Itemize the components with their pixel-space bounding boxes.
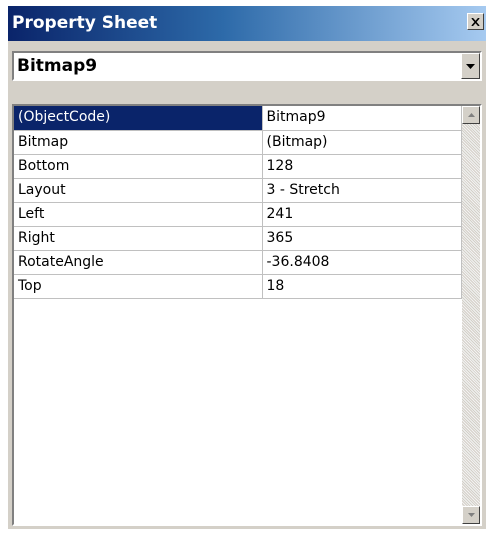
object-selector[interactable]: Bitmap9: [12, 51, 482, 81]
scroll-up-button[interactable]: [462, 106, 480, 124]
property-row[interactable]: Top 18: [14, 274, 462, 299]
property-value[interactable]: (Bitmap): [262, 130, 462, 155]
property-row[interactable]: (ObjectCode) Bitmap9: [14, 106, 462, 131]
property-value[interactable]: 365: [262, 226, 462, 251]
title-bar[interactable]: Property Sheet: [8, 6, 486, 41]
property-value[interactable]: 18: [262, 274, 462, 299]
close-icon: [471, 17, 480, 26]
property-value[interactable]: Bitmap9: [262, 106, 462, 131]
arrow-down-icon: [467, 513, 475, 517]
property-grid: (ObjectCode) Bitmap9 Bitmap (Bitmap) Bottom 1…: [12, 104, 482, 526]
property-row[interactable]: Layout 3 - Stretch: [14, 178, 462, 203]
vertical-scrollbar[interactable]: [462, 106, 480, 524]
property-name[interactable]: Layout: [14, 178, 263, 203]
property-row[interactable]: Bottom 128: [14, 154, 462, 179]
arrow-up-icon: [467, 113, 475, 117]
property-value[interactable]: 128: [262, 154, 462, 179]
property-name[interactable]: Top: [14, 274, 263, 299]
property-name[interactable]: Right: [14, 226, 263, 251]
chevron-down-icon: [466, 63, 475, 69]
property-table: (ObjectCode) Bitmap9 Bitmap (Bitmap) Bottom 1…: [14, 106, 462, 299]
property-name[interactable]: Bottom: [14, 154, 263, 179]
object-selector-dropdown-button[interactable]: [461, 53, 480, 79]
property-name[interactable]: RotateAngle: [14, 250, 263, 275]
scroll-down-button[interactable]: [462, 506, 480, 524]
property-value[interactable]: -36.8408: [262, 250, 462, 275]
property-row[interactable]: Right 365: [14, 226, 462, 251]
close-button[interactable]: [467, 13, 484, 30]
property-row[interactable]: Bitmap (Bitmap): [14, 130, 462, 155]
window-title: Property Sheet: [12, 13, 158, 33]
property-value[interactable]: 3 - Stretch: [262, 178, 462, 203]
property-value[interactable]: 241: [262, 202, 462, 227]
object-selector-value: Bitmap9: [17, 56, 98, 76]
property-name[interactable]: Left: [14, 202, 263, 227]
property-sheet-window: Property Sheet Bitmap9 (ObjectCode) Bitma…: [8, 6, 486, 529]
property-name[interactable]: (ObjectCode): [14, 106, 263, 131]
property-row[interactable]: RotateAngle -36.8408: [14, 250, 462, 275]
property-name[interactable]: Bitmap: [14, 130, 263, 155]
property-row[interactable]: Left 241: [14, 202, 462, 227]
